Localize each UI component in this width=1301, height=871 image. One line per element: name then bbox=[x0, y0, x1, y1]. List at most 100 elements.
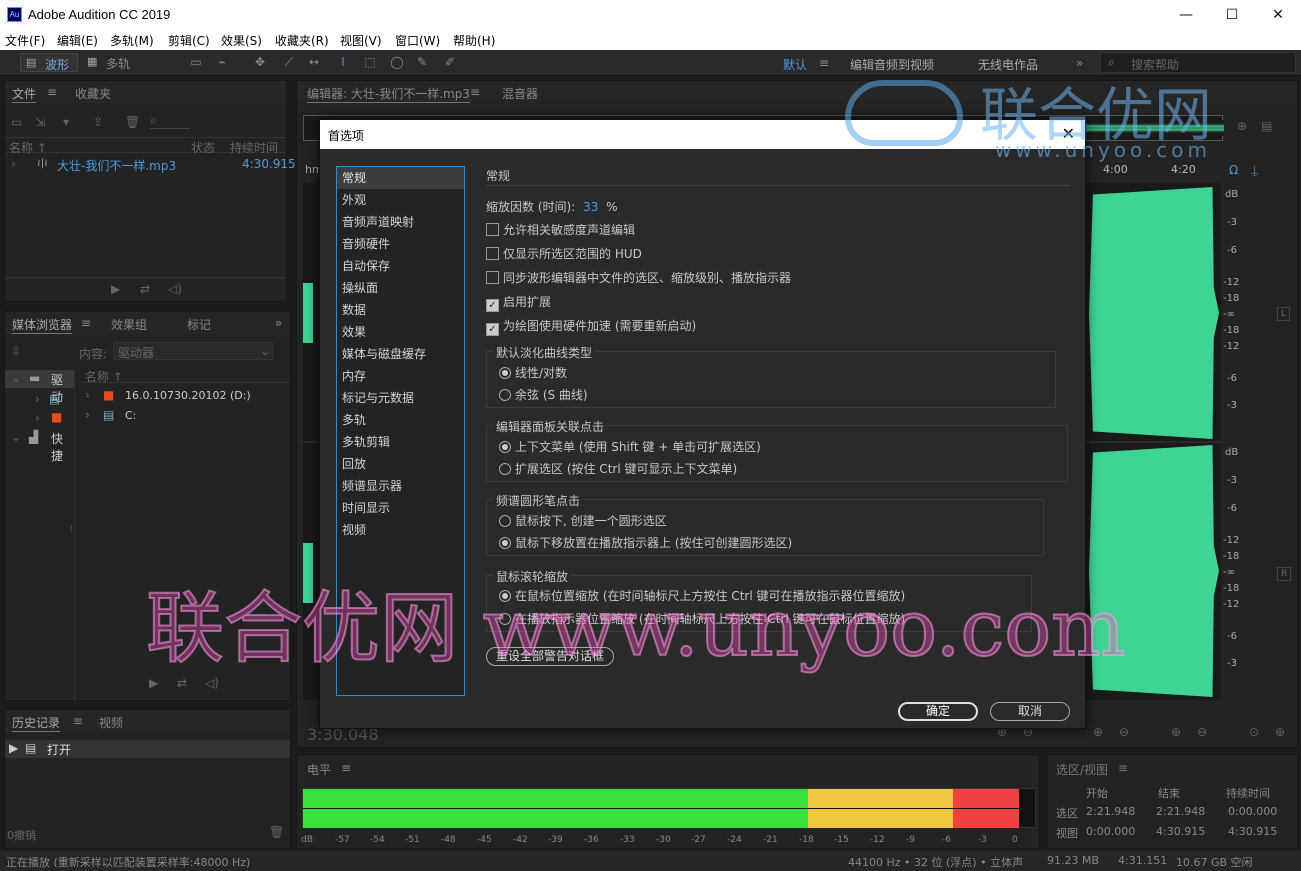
drive-row-d[interactable]: › ■ 16.0.10730.20102 (D:) bbox=[81, 387, 289, 405]
zoom-factor-value[interactable]: 33 bbox=[583, 200, 598, 214]
play-icon[interactable]: ▶ bbox=[149, 676, 158, 690]
channel-l-button[interactable]: L bbox=[1277, 307, 1291, 321]
selection-end[interactable]: 2:21.948 bbox=[1156, 805, 1205, 818]
category-item[interactable]: 视频 bbox=[337, 519, 464, 541]
menu-window[interactable]: 窗口(W) bbox=[395, 32, 440, 49]
files-tab-menu-icon[interactable]: ≡ bbox=[47, 85, 57, 99]
insert-icon[interactable]: ⇪ bbox=[93, 115, 103, 129]
razor-tool-icon[interactable]: ⟋ bbox=[281, 55, 297, 69]
checkbox-checked-icon[interactable]: ✓ bbox=[486, 323, 499, 336]
category-item[interactable]: 媒体与磁盘缓存 bbox=[337, 343, 464, 365]
radio-icon[interactable] bbox=[499, 515, 511, 527]
channel-r-button[interactable]: R bbox=[1277, 567, 1292, 581]
menu-help[interactable]: 帮助(H) bbox=[453, 32, 495, 49]
levels-menu-icon[interactable]: ≡ bbox=[341, 761, 351, 775]
checkbox[interactable] bbox=[486, 247, 499, 260]
tab-mixer[interactable]: 混音器 bbox=[502, 85, 538, 102]
loop-icon[interactable]: ⇄ bbox=[177, 676, 187, 690]
time-selection-tool-icon[interactable]: I bbox=[335, 55, 351, 69]
tree-label-shortcuts[interactable]: 快捷 bbox=[51, 430, 74, 464]
content-select[interactable]: 驱动器 ⌄ bbox=[113, 342, 273, 360]
new-file-icon[interactable]: ▾ bbox=[63, 115, 69, 129]
wheel-option-playhead[interactable]: 在播放指示器位置缩放 (在时间轴标尺上方按住 Ctrl 键可在鼠标位置缩放) bbox=[499, 610, 905, 627]
resize-handle-icon[interactable]: ⁞ bbox=[70, 524, 73, 533]
zoom-selection-icon[interactable]: ⊕ bbox=[1171, 725, 1181, 739]
reset-warnings-button[interactable]: 重设全部警告对话框 bbox=[486, 647, 614, 666]
history-item[interactable]: ▶ ▤ 打开 bbox=[5, 740, 290, 758]
category-item[interactable]: 标记与元数据 bbox=[337, 387, 464, 409]
brush-option-playhead[interactable]: 鼠标下移放置在播放指示器上 (按住可创建圆形选区) bbox=[499, 534, 792, 551]
cancel-button[interactable]: 取消 bbox=[990, 702, 1070, 721]
files-search-icon[interactable]: ⌕ bbox=[150, 113, 190, 129]
zoom-overview-icon[interactable]: ⊕ bbox=[1237, 119, 1247, 133]
spectral-display-icon[interactable]: ▭ bbox=[188, 55, 204, 69]
menu-favorites[interactable]: 收藏夹(R) bbox=[275, 32, 329, 49]
dialog-close-button[interactable]: ✕ bbox=[1062, 124, 1075, 143]
view-end[interactable]: 4:30.915 bbox=[1156, 825, 1205, 838]
open-file-icon[interactable]: ▭ bbox=[11, 115, 22, 129]
workspace-edit-video[interactable]: 编辑音频到视频 bbox=[850, 56, 934, 73]
zoom-full-icon[interactable]: ⊖ bbox=[1197, 725, 1207, 739]
tab-editor[interactable]: 编辑器: 大壮-我们不一样.mp3 bbox=[307, 85, 470, 103]
menu-edit[interactable]: 编辑(E) bbox=[57, 32, 98, 49]
minimize-button[interactable]: — bbox=[1163, 0, 1209, 30]
check-enable-extensions[interactable]: ✓ 启用扩展 bbox=[486, 293, 551, 312]
marquee-tool-icon[interactable]: ⬚ bbox=[362, 55, 378, 69]
media-tab-menu-icon[interactable]: ≡ bbox=[81, 316, 91, 330]
check-hardware-accel[interactable]: ✓ 为绘图使用硬件加速 (需要重新启动) bbox=[486, 317, 696, 336]
zoom-playhead-icon[interactable]: ⊕ bbox=[1275, 725, 1285, 739]
check-sync-selection[interactable]: 同步波形编辑器中文件的选区、缩放级别、播放指示器 bbox=[486, 269, 791, 286]
media-import-icon[interactable]: ⇩ bbox=[11, 344, 21, 358]
radio-icon[interactable] bbox=[499, 613, 511, 625]
radio-icon[interactable] bbox=[499, 389, 511, 401]
workspace-menu-icon[interactable]: ≡ bbox=[819, 56, 829, 70]
category-item[interactable]: 操纵面 bbox=[337, 277, 464, 299]
close-window-button[interactable]: ✕ bbox=[1255, 0, 1301, 30]
radio-selected-icon[interactable] bbox=[499, 590, 511, 602]
tab-favorites[interactable]: 收藏夹 bbox=[75, 85, 111, 102]
category-item[interactable]: 回放 bbox=[337, 453, 464, 475]
tab-media-browser[interactable]: 媒体浏览器 bbox=[12, 316, 73, 334]
radio-selected-icon[interactable] bbox=[499, 367, 511, 379]
checkbox[interactable] bbox=[486, 271, 499, 284]
delete-file-icon[interactable]: 🗑 bbox=[125, 115, 140, 129]
spot-healing-tool-icon[interactable]: ✐ bbox=[442, 55, 458, 69]
category-item[interactable]: 数据 bbox=[337, 299, 464, 321]
play-icon[interactable]: ▶ bbox=[111, 282, 120, 296]
checkbox[interactable] bbox=[486, 223, 499, 236]
category-item[interactable]: 音频硬件 bbox=[337, 233, 464, 255]
tab-effects-rack[interactable]: 效果组 bbox=[111, 316, 147, 333]
expand-chevron-icon[interactable]: › bbox=[11, 157, 16, 171]
col-name[interactable]: 名称 ↑ bbox=[9, 139, 47, 156]
loop-icon[interactable]: ⇄ bbox=[140, 282, 150, 296]
menu-effects[interactable]: 效果(S) bbox=[221, 32, 262, 49]
workspace-radio[interactable]: 无线电作品 bbox=[978, 56, 1038, 73]
fade-option-linear[interactable]: 线性/对数 bbox=[499, 364, 567, 381]
tab-files[interactable]: 文件 bbox=[12, 85, 37, 103]
menu-view[interactable]: 视图(V) bbox=[340, 32, 382, 49]
radio-selected-icon[interactable] bbox=[499, 441, 511, 453]
more-workspaces-icon[interactable]: » bbox=[1076, 56, 1083, 70]
category-item[interactable]: 音频声道映射 bbox=[337, 211, 464, 233]
col-status[interactable]: 状态 bbox=[191, 139, 215, 156]
tab-history[interactable]: 历史记录 bbox=[12, 714, 61, 732]
col-duration[interactable]: 持续时间 bbox=[230, 139, 278, 156]
category-item[interactable]: 多轨剪辑 bbox=[337, 431, 464, 453]
brush-option-create[interactable]: 鼠标按下, 创建一个圆形选区 bbox=[499, 512, 667, 529]
ctx-option-menu[interactable]: 上下文菜单 (使用 Shift 键 + 单击可扩展选区) bbox=[499, 438, 761, 455]
category-item[interactable]: 内存 bbox=[337, 365, 464, 387]
spectral-pitch-icon[interactable]: ⌁ bbox=[214, 55, 230, 69]
import-icon[interactable]: ⇲ bbox=[35, 115, 45, 129]
headphones-icon[interactable]: Ω bbox=[1229, 163, 1238, 177]
slip-tool-icon[interactable]: ↔ bbox=[306, 55, 322, 69]
lasso-tool-icon[interactable]: ◯ bbox=[389, 55, 405, 69]
brush-tool-icon[interactable]: ✎ bbox=[414, 55, 430, 69]
move-tool-icon[interactable]: ✥ bbox=[252, 55, 268, 69]
menu-file[interactable]: 文件(F) bbox=[5, 32, 45, 49]
media-col-name[interactable]: 名称 ↑ bbox=[85, 368, 123, 385]
search-help-input[interactable]: ⌕ 搜索帮助 bbox=[1100, 52, 1296, 73]
expand-chevron-icon[interactable]: › bbox=[35, 392, 40, 406]
radio-icon[interactable] bbox=[499, 463, 511, 475]
selection-start[interactable]: 2:21.948 bbox=[1086, 805, 1135, 818]
pin-icon[interactable]: ⍊ bbox=[1251, 163, 1258, 178]
